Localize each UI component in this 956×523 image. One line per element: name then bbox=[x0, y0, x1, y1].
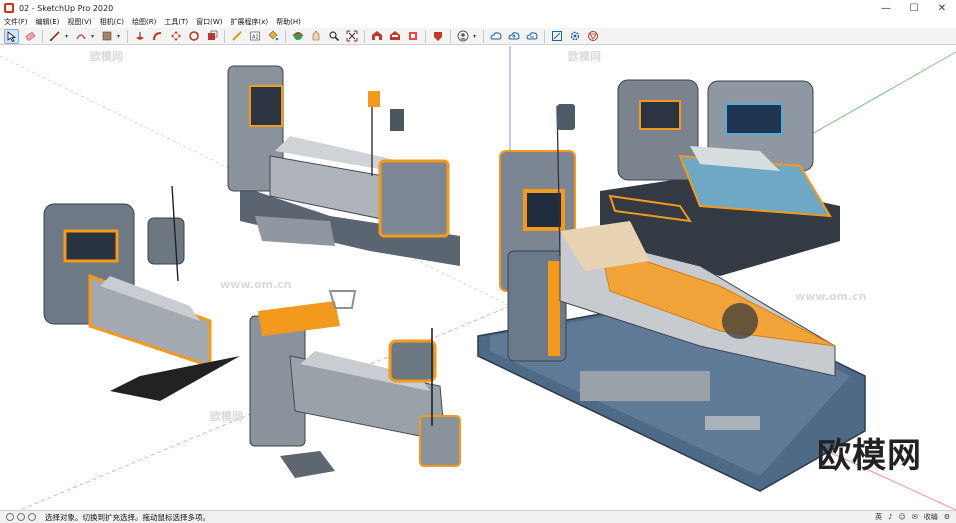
follow-me-icon[interactable] bbox=[150, 29, 165, 44]
paint-bucket-icon[interactable] bbox=[265, 29, 280, 44]
credits-icon[interactable] bbox=[28, 513, 36, 521]
toolbar-separator bbox=[425, 29, 426, 43]
chevron-down-icon[interactable]: ▾ bbox=[473, 33, 478, 40]
rectangle-tool-icon[interactable] bbox=[99, 29, 114, 44]
chevron-down-icon[interactable]: ▾ bbox=[91, 33, 96, 40]
watermark-faint: www.om.cn bbox=[220, 278, 292, 291]
main-toolbar: ▾ ▾ ▾ A1 ▾ bbox=[0, 28, 956, 45]
account-icon[interactable] bbox=[455, 29, 470, 44]
emoji-icon[interactable]: ☺ bbox=[899, 513, 906, 521]
chevron-down-icon[interactable]: ▾ bbox=[117, 33, 122, 40]
status-icons bbox=[6, 513, 39, 521]
menu-view[interactable]: 视图(V) bbox=[67, 17, 91, 27]
toolbar-separator bbox=[224, 29, 225, 43]
medical-bed-model-1[interactable] bbox=[227, 65, 460, 266]
model-info-icon[interactable] bbox=[549, 29, 564, 44]
rotate-icon[interactable] bbox=[186, 29, 201, 44]
geo-location-icon[interactable] bbox=[17, 513, 25, 521]
sound-icon[interactable]: ♪ bbox=[888, 513, 892, 521]
settings-icon[interactable] bbox=[567, 29, 582, 44]
watermark-faint: www.om.cn bbox=[795, 290, 867, 303]
window-title: 02 - SketchUp Pro 2020 bbox=[19, 3, 114, 13]
toolbar-separator bbox=[364, 29, 365, 43]
mail-icon[interactable]: ✉ bbox=[912, 513, 918, 521]
extension-manager-icon[interactable] bbox=[430, 29, 445, 44]
text-tool-icon[interactable]: A1 bbox=[247, 29, 262, 44]
menu-draw[interactable]: 绘图(R) bbox=[132, 17, 156, 27]
watermark-faint: 欧模网 bbox=[568, 50, 601, 63]
menu-edit[interactable]: 编辑(E) bbox=[36, 17, 60, 27]
menu-file[interactable]: 文件(F) bbox=[4, 17, 28, 27]
toolbar-separator bbox=[127, 29, 128, 43]
arc-tool-icon[interactable] bbox=[73, 29, 88, 44]
watermark-faint: 欧模网 bbox=[90, 50, 123, 63]
ime-indicator[interactable]: 英 bbox=[875, 512, 882, 522]
info-icon[interactable] bbox=[6, 513, 14, 521]
toolbar-separator bbox=[285, 29, 286, 43]
settings-icon[interactable]: ⚙ bbox=[944, 513, 950, 521]
chevron-down-icon[interactable]: ▾ bbox=[65, 33, 70, 40]
menu-bar: 文件(F) 编辑(E) 视图(V) 相机(C) 绘图(R) 工具(T) 窗口(W… bbox=[0, 16, 956, 28]
menu-window[interactable]: 窗口(W) bbox=[196, 17, 222, 27]
push-pull-icon[interactable] bbox=[132, 29, 147, 44]
close-button[interactable]: ✕ bbox=[928, 0, 956, 16]
zoom-icon[interactable] bbox=[326, 29, 341, 44]
scale-icon[interactable] bbox=[204, 29, 219, 44]
watermark-logo-text: 欧模网 bbox=[817, 436, 922, 476]
cloud-sync-icon[interactable] bbox=[524, 29, 539, 44]
ar-viewer-icon[interactable] bbox=[585, 29, 600, 44]
menu-help[interactable]: 帮助(H) bbox=[276, 17, 301, 27]
trimble-connect-icon[interactable] bbox=[488, 29, 503, 44]
tape-measure-icon[interactable] bbox=[229, 29, 244, 44]
status-message: 选择对象。切换到扩充选择。拖动鼠标选择多项。 bbox=[45, 512, 210, 522]
line-tool-icon[interactable] bbox=[47, 29, 62, 44]
menu-tools[interactable]: 工具(T) bbox=[164, 17, 188, 27]
svg-text:A1: A1 bbox=[252, 35, 259, 41]
toolbar-separator bbox=[483, 29, 484, 43]
toolbar-separator bbox=[42, 29, 43, 43]
orbit-icon[interactable] bbox=[290, 29, 305, 44]
move-icon[interactable] bbox=[168, 29, 183, 44]
menu-camera[interactable]: 相机(C) bbox=[100, 17, 124, 27]
toolbar-separator bbox=[450, 29, 451, 43]
warehouse-icon[interactable] bbox=[369, 29, 384, 44]
tray-label[interactable]: 收编 bbox=[924, 512, 938, 522]
window-controls: — ☐ ✕ bbox=[872, 0, 956, 16]
minimize-button[interactable]: — bbox=[872, 0, 900, 16]
toolbar-separator bbox=[544, 29, 545, 43]
medical-bed-model-3[interactable] bbox=[249, 290, 461, 478]
menu-extensions[interactable]: 扩展程序(x) bbox=[230, 17, 268, 27]
send-to-layout-icon[interactable] bbox=[405, 29, 420, 44]
watermark-faint: 欧模网 bbox=[210, 410, 243, 423]
modeling-viewport[interactable]: 欧模网 欧模网 www.om.cn www.om.cn 欧模网 欧模网 bbox=[0, 46, 956, 510]
system-tray: 英 ♪ ☺ ✉ 收编 ⚙ bbox=[869, 512, 950, 522]
maximize-button[interactable]: ☐ bbox=[900, 0, 928, 16]
eraser-tool-icon[interactable] bbox=[22, 29, 37, 44]
model-canvas[interactable] bbox=[0, 46, 956, 510]
medical-bed-model-2[interactable] bbox=[43, 185, 240, 401]
title-bar: 02 - SketchUp Pro 2020 — ☐ ✕ bbox=[0, 0, 956, 16]
pan-icon[interactable] bbox=[308, 29, 323, 44]
sketchup-logo-icon bbox=[4, 3, 14, 13]
extension-warehouse-icon[interactable] bbox=[387, 29, 402, 44]
cloud-upload-icon[interactable] bbox=[506, 29, 521, 44]
select-tool-icon[interactable] bbox=[4, 28, 19, 44]
zoom-extents-icon[interactable] bbox=[344, 29, 359, 44]
status-bar: 选择对象。切换到扩充选择。拖动鼠标选择多项。 英 ♪ ☺ ✉ 收编 ⚙ bbox=[0, 510, 956, 523]
